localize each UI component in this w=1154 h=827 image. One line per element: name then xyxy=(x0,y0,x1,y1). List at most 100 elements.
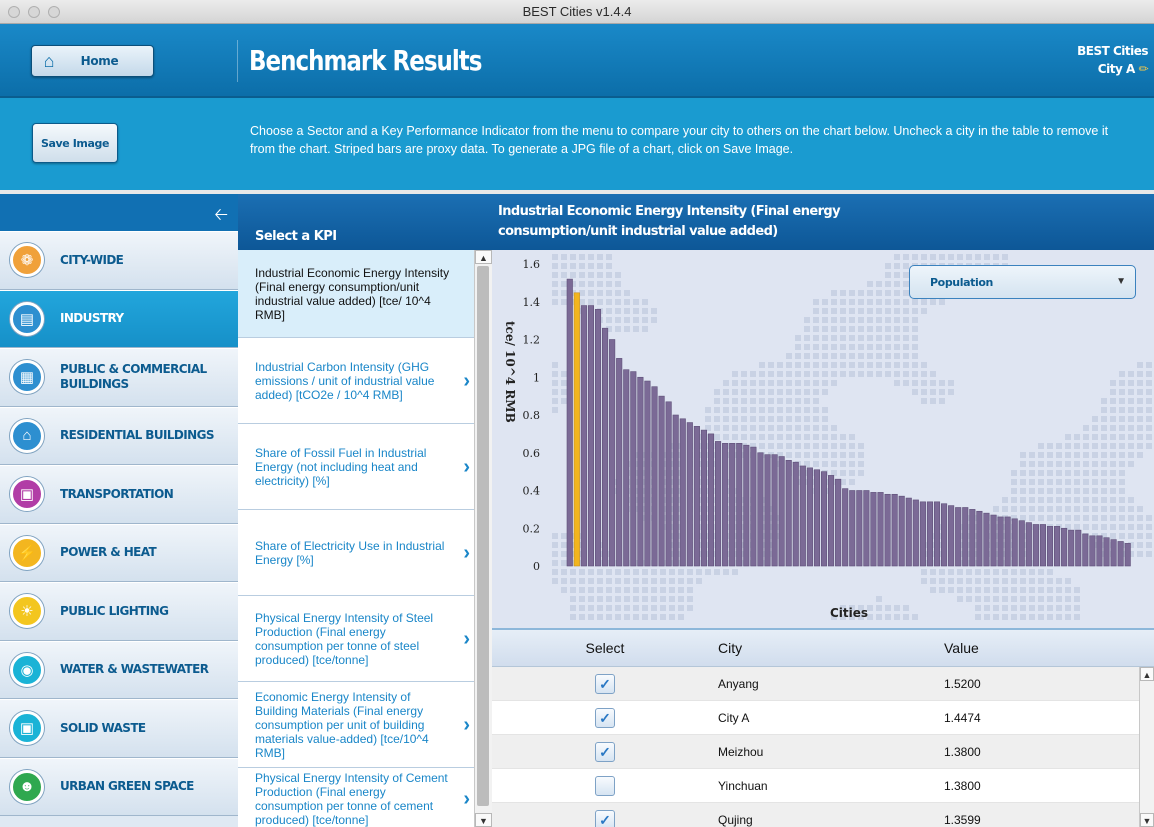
map-dot xyxy=(1002,506,1008,512)
map-dot xyxy=(849,362,855,368)
kpi-scroll-thumb[interactable] xyxy=(477,266,489,806)
select-checkbox[interactable] xyxy=(595,775,615,796)
save-image-button[interactable]: Save Image xyxy=(32,123,118,163)
map-dot xyxy=(804,371,810,377)
map-dot xyxy=(1092,506,1098,512)
map-dot xyxy=(687,578,693,584)
map-dot xyxy=(984,569,990,575)
map-dot xyxy=(777,362,783,368)
map-dot xyxy=(561,263,567,269)
map-dot xyxy=(1029,488,1035,494)
map-dot xyxy=(750,407,756,413)
sidebar-item-industry[interactable]: ▤ INDUSTRY xyxy=(0,289,238,348)
map-dot xyxy=(1029,461,1035,467)
map-dot xyxy=(966,587,972,593)
chart-title: Industrial Economic Energy Intensity (Fi… xyxy=(498,204,841,239)
kpi-item[interactable]: Physical Energy Intensity of Cement Prod… xyxy=(238,768,474,827)
kpi-item[interactable]: Share of Fossil Fuel in Industrial Energ… xyxy=(238,424,474,510)
sidebar-header: 🡠 xyxy=(0,194,238,231)
select-column-header[interactable]: Select xyxy=(492,640,718,656)
map-dot xyxy=(849,344,855,350)
map-dot xyxy=(795,371,801,377)
sidebar-item-transportation[interactable]: ▣ TRANSPORTATION xyxy=(0,465,238,524)
chart-header: Industrial Economic Energy Intensity (Fi… xyxy=(492,194,1154,250)
zoom-window-button[interactable] xyxy=(48,6,60,18)
home-icon: ⌂ xyxy=(43,50,55,71)
kpi-item[interactable]: Share of Electricity Use in Industrial E… xyxy=(238,510,474,596)
map-dot xyxy=(615,596,621,602)
map-dot xyxy=(1038,461,1044,467)
kpi-scrollbar[interactable]: ▲ ▼ xyxy=(474,250,492,827)
minimize-window-button[interactable] xyxy=(28,6,40,18)
map-dot xyxy=(1110,452,1116,458)
collapse-arrow-icon[interactable]: 🡠 xyxy=(214,202,228,231)
sidebar-item-power-heat[interactable]: ⚡ POWER & HEAT xyxy=(0,523,238,582)
value-column-header[interactable]: Value xyxy=(944,640,1144,656)
kpi-item[interactable]: Physical Energy Intensity of Steel Produ… xyxy=(238,596,474,682)
map-dot xyxy=(786,425,792,431)
select-checkbox[interactable]: ✓ xyxy=(595,741,615,762)
population-dropdown[interactable]: Population ▼ xyxy=(909,265,1136,299)
sidebar-item-water-drop[interactable]: ◉ WATER & WASTEWATER xyxy=(0,640,238,699)
map-dot xyxy=(759,398,765,404)
population-dropdown-label: Population xyxy=(930,275,993,289)
green-space-icon: ☻ xyxy=(10,769,44,804)
select-checkbox[interactable]: ✓ xyxy=(595,809,615,827)
map-dot xyxy=(669,587,675,593)
kpi-item[interactable]: Industrial Carbon Intensity (GHG emissio… xyxy=(238,338,474,424)
city-column-header[interactable]: City xyxy=(718,640,944,656)
sidebar-item-lightbulb[interactable]: ☀ PUBLIC LIGHTING xyxy=(0,582,238,641)
close-window-button[interactable] xyxy=(8,6,20,18)
sidebar-item-commercial-buildings[interactable]: ▦ PUBLIC & COMMERCIAL BUILDINGS xyxy=(0,348,238,407)
map-dot xyxy=(606,254,612,260)
chart-bar xyxy=(665,401,672,567)
map-dot xyxy=(849,326,855,332)
map-dot xyxy=(894,335,900,341)
map-dot xyxy=(606,308,612,314)
map-dot xyxy=(714,569,720,575)
map-dot xyxy=(975,596,981,602)
map-dot xyxy=(1056,452,1062,458)
chart-bar xyxy=(849,490,856,567)
map-dot xyxy=(570,587,576,593)
map-dot xyxy=(552,362,558,368)
map-dot xyxy=(624,578,630,584)
chart-bar xyxy=(1032,524,1039,567)
chart-bar xyxy=(976,510,983,567)
map-dot xyxy=(912,380,918,386)
table-scrollbar[interactable]: ▲ ▼ xyxy=(1139,667,1154,827)
table-scroll-up-arrow-icon[interactable]: ▲ xyxy=(1140,667,1154,681)
map-dot xyxy=(1128,425,1134,431)
map-dot xyxy=(894,290,900,296)
sidebar-item-green-space[interactable]: ☻ URBAN GREEN SPACE xyxy=(0,757,238,816)
sidebar-item-residential-buildings[interactable]: ⌂ RESIDENTIAL BUILDINGS xyxy=(0,406,238,465)
scroll-up-arrow-icon[interactable]: ▲ xyxy=(475,250,492,264)
map-dot xyxy=(894,263,900,269)
map-dot xyxy=(552,371,558,377)
scroll-down-arrow-icon[interactable]: ▼ xyxy=(475,813,492,827)
kpi-item[interactable]: Industrial Economic Energy Intensity (Fi… xyxy=(238,250,474,338)
map-dot xyxy=(903,308,909,314)
home-button[interactable]: ⌂ Home xyxy=(31,45,154,77)
table-scroll-down-arrow-icon[interactable]: ▼ xyxy=(1140,813,1154,827)
map-dot xyxy=(741,398,747,404)
map-dot xyxy=(822,317,828,323)
map-dot xyxy=(615,281,621,287)
map-dot xyxy=(804,317,810,323)
select-checkbox[interactable]: ✓ xyxy=(595,707,615,728)
map-dot xyxy=(894,317,900,323)
map-dot xyxy=(732,434,738,440)
map-dot xyxy=(939,380,945,386)
select-checkbox[interactable]: ✓ xyxy=(595,673,615,694)
chart-bar xyxy=(820,471,828,567)
sidebar-item-city-wide[interactable]: ❁ CITY-WIDE xyxy=(0,231,238,290)
kpi-item[interactable]: Economic Energy Intensity of Building Ma… xyxy=(238,682,474,768)
map-dot xyxy=(1119,470,1125,476)
chart-bar xyxy=(1089,535,1096,567)
map-dot xyxy=(561,533,567,539)
map-dot xyxy=(678,614,684,620)
map-dot xyxy=(1065,434,1071,440)
sidebar-item-solid-waste[interactable]: ▣ SOLID WASTE xyxy=(0,699,238,758)
map-dot xyxy=(849,290,855,296)
edit-city-pencil-icon[interactable]: ✏ xyxy=(1138,62,1148,76)
